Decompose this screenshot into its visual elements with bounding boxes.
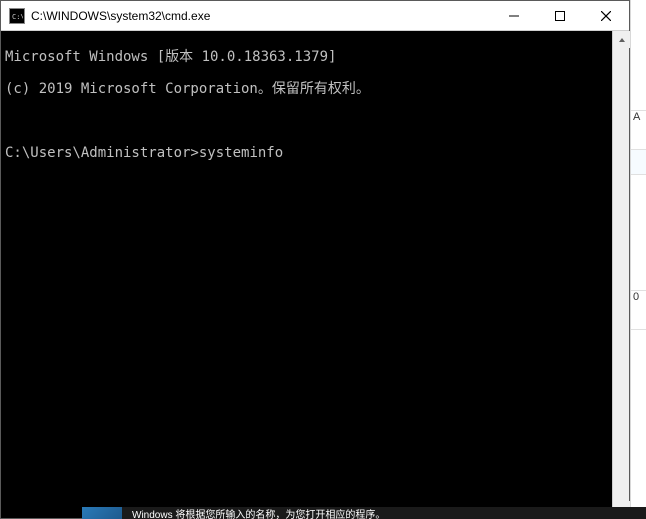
console-blank-line [5,113,608,129]
window-title: C:\WINDOWS\system32\cmd.exe [31,9,491,23]
window-controls [491,1,629,30]
background-bottom-text: Windows 将根据您所输入的名称，为您打开相应的程序。 [132,507,385,519]
cmd-window: C:\ C:\WINDOWS\system32\cmd.exe Microsof… [0,0,630,519]
prompt-text: C:\Users\Administrator> [5,145,199,161]
console-prompt-line: C:\Users\Administrator>systeminfo [5,145,608,161]
background-window-strip: A 0 [630,0,646,519]
console-area: Microsoft Windows [版本 10.0.18363.1379] (… [1,31,629,518]
console-output[interactable]: Microsoft Windows [版本 10.0.18363.1379] (… [1,31,612,518]
maximize-button[interactable] [537,1,583,30]
command-text: systeminfo [199,145,283,161]
minimize-button[interactable] [491,1,537,30]
console-line: (c) 2019 Microsoft Corporation。保留所有权利。 [5,81,608,97]
bg-cell: A [631,110,646,150]
scroll-up-button[interactable] [613,31,630,48]
vertical-scrollbar[interactable] [612,31,629,518]
bg-hint-text: 0 [633,291,639,303]
bg-hint-text: A [633,111,640,123]
background-taskbar-fragment: Windows 将根据您所输入的名称，为您打开相应的程序。 [82,507,646,519]
svg-text:C:\: C:\ [12,13,23,21]
console-line: Microsoft Windows [版本 10.0.18363.1379] [5,49,608,65]
cmd-icon: C:\ [9,8,25,24]
bg-cell: 0 [631,290,646,330]
titlebar[interactable]: C:\ C:\WINDOWS\system32\cmd.exe [1,1,629,31]
run-dialog-icon [82,507,122,519]
close-button[interactable] [583,1,629,30]
